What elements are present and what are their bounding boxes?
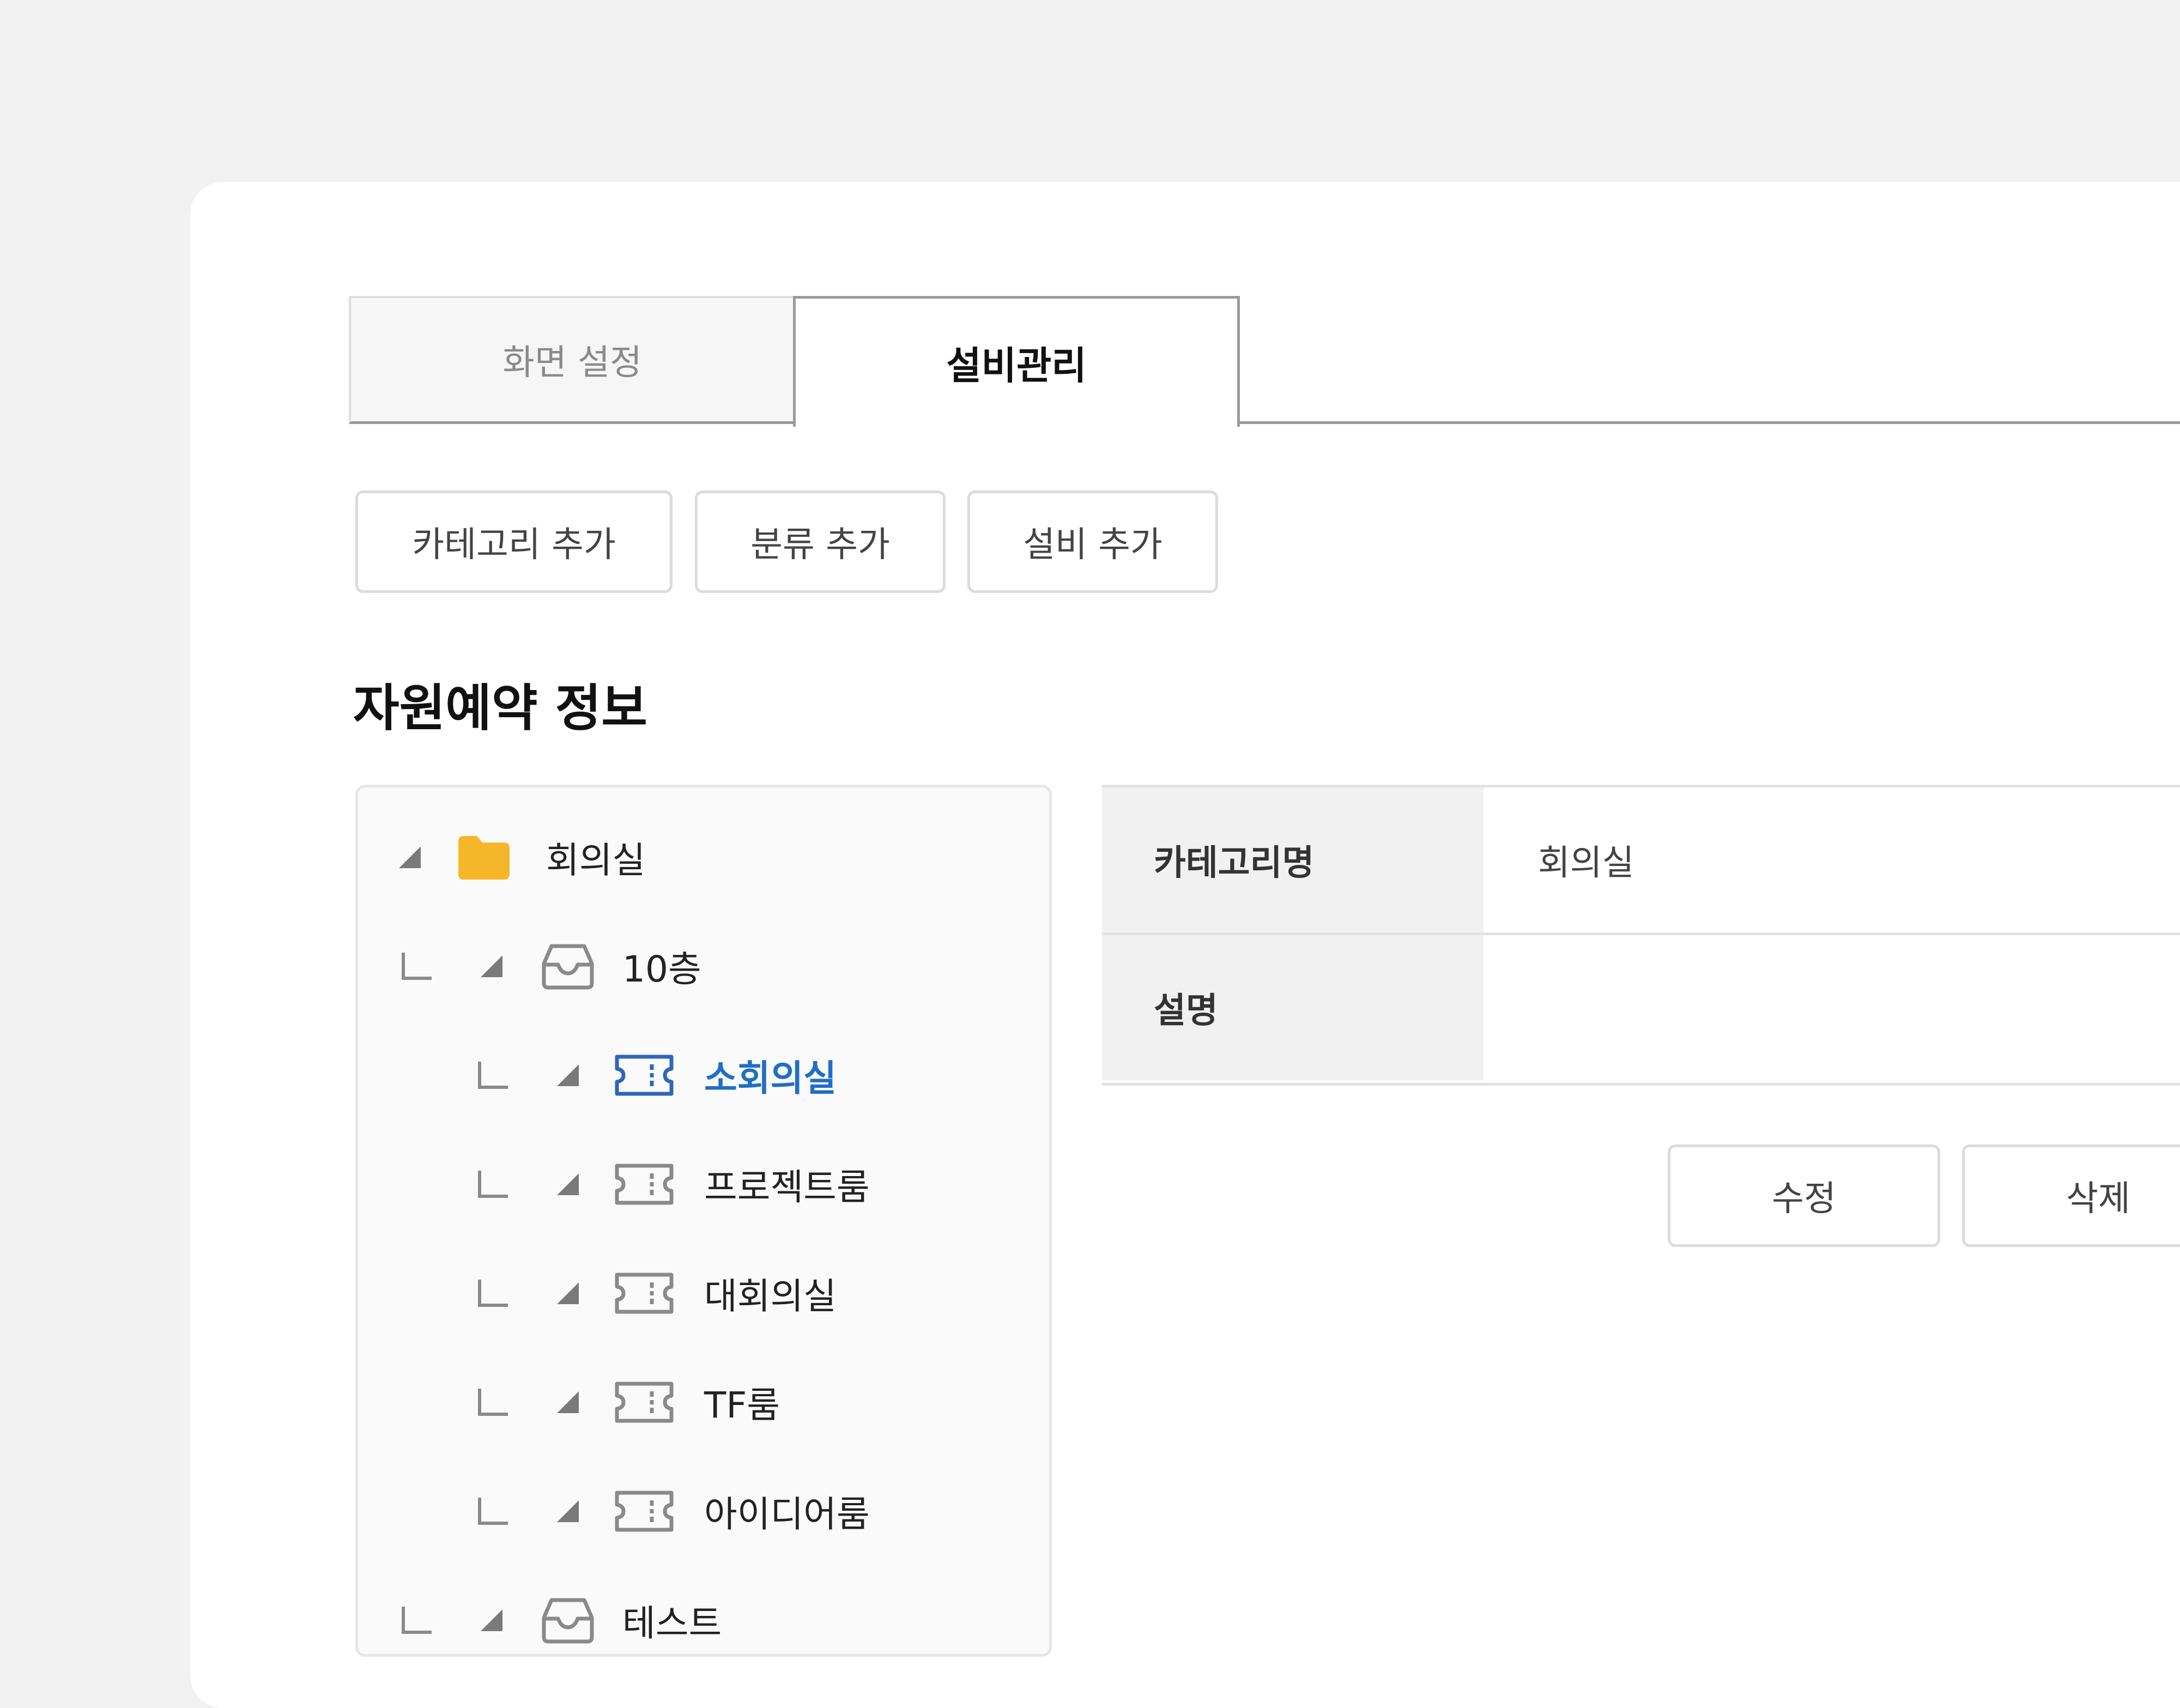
expand-triangle-icon[interactable] (554, 1171, 582, 1198)
ticket-icon (611, 1375, 677, 1430)
tree-item-label: 소회의실 (704, 1057, 837, 1099)
tree-branch-line (478, 1498, 508, 1525)
ticket-icon (611, 1484, 677, 1539)
expand-triangle-icon[interactable] (554, 1498, 582, 1525)
add-class-button[interactable]: 분류 추가 (695, 490, 946, 593)
tree-item-label: 프로젝트룸 (704, 1166, 870, 1208)
tree-item-label: 테스트 (622, 1602, 722, 1644)
expand-triangle-icon[interactable] (554, 1062, 582, 1089)
inbox-tray-icon (535, 1593, 601, 1648)
tree-item-label: 아이디어룸 (704, 1493, 870, 1535)
tree-item-room[interactable]: 프로젝트룸 (478, 1152, 870, 1217)
detail-row-category-name: 카테고리명 회의실 (1102, 788, 2180, 932)
tree-item-label: 대회의실 (704, 1275, 837, 1317)
tree-item-room[interactable]: TF룸 (478, 1370, 780, 1435)
description-label: 설명 (1102, 935, 1483, 1080)
tree-branch-line (402, 953, 432, 980)
tree-item-room[interactable]: 아이디어룸 (478, 1479, 870, 1544)
expand-triangle-icon[interactable] (554, 1280, 582, 1307)
tree-item-label: TF룸 (704, 1384, 780, 1426)
tree-branch-line (478, 1171, 508, 1198)
tree-item-root[interactable]: 회의실 (396, 825, 645, 890)
delete-button[interactable]: 삭제 (1962, 1144, 2180, 1247)
detail-row-description: 설명 (1102, 935, 2180, 1080)
category-detail-table: 카테고리명 회의실 설명 (1102, 785, 2180, 1086)
expand-triangle-icon[interactable] (478, 953, 505, 980)
tree-item-group[interactable]: 테스트 (402, 1588, 722, 1653)
inbox-tray-icon (535, 939, 601, 994)
ticket-icon (611, 1157, 677, 1212)
category-name-value: 회의실 (1538, 843, 1634, 883)
tree-item-label: 회의실 (546, 839, 646, 881)
folder-icon (453, 830, 513, 885)
tree-branch-line (478, 1389, 508, 1416)
tree-branch-line (478, 1280, 508, 1307)
expand-triangle-icon[interactable] (554, 1389, 582, 1416)
add-category-button[interactable]: 카테고리 추가 (355, 490, 673, 593)
section-title: 자원예약 정보 (353, 679, 647, 737)
expand-triangle-icon[interactable] (396, 844, 423, 871)
ticket-icon (611, 1048, 677, 1103)
tree-item-room[interactable]: 소회의실 (478, 1043, 837, 1108)
tree-branch-line (478, 1062, 508, 1089)
tree-item-room[interactable]: 대회의실 (478, 1261, 837, 1326)
equipment-tree: 회의실 10층 소회의실 프로젝트룸 대회의실 TF룸 아이디어룸 테스트 (355, 785, 1052, 1657)
description-value (1483, 935, 2180, 1080)
tab-equipment-management[interactable]: 설비관리 (793, 296, 1240, 427)
edit-button[interactable]: 수정 (1668, 1144, 1940, 1247)
tab-screen-settings[interactable]: 화면 설정 (349, 296, 796, 424)
tree-item-label: 10층 (622, 948, 701, 990)
tree-branch-line (402, 1607, 432, 1634)
expand-triangle-icon[interactable] (478, 1607, 505, 1634)
ticket-icon (611, 1266, 677, 1321)
tree-item-floor[interactable]: 10층 (402, 934, 701, 999)
add-equipment-button[interactable]: 설비 추가 (967, 490, 1218, 593)
category-name-label: 카테고리명 (1102, 788, 1483, 932)
